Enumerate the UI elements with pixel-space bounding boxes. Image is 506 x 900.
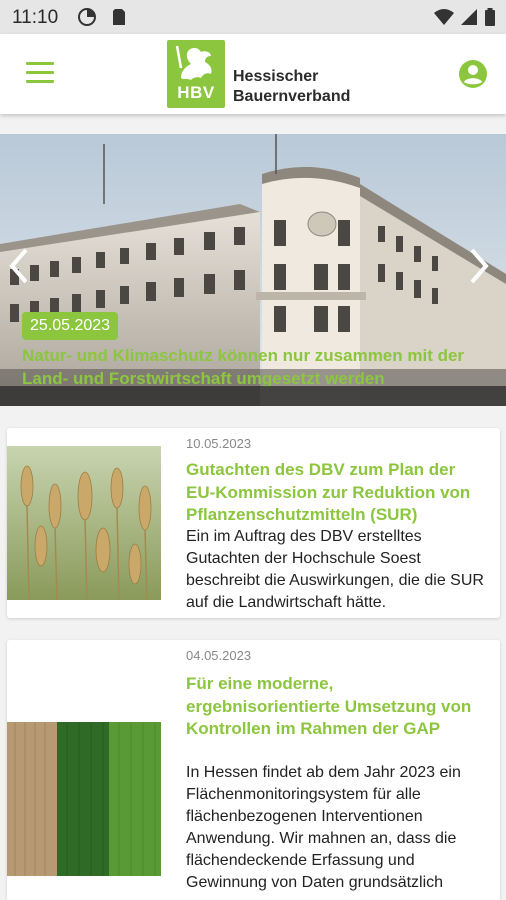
app-bar: HBV Hessischer Bauernverband (0, 34, 506, 114)
logo-text-line2: Bauernverband (233, 88, 351, 105)
hero-date-badge: 25.05.2023 (22, 312, 119, 340)
hamburger-menu-icon[interactable] (26, 62, 54, 84)
battery-icon (485, 8, 495, 26)
article-teaser: Ein im Auftrag des DBV erstelltes Gutach… (186, 528, 484, 611)
hero-slider[interactable]: 25.05.2023 Natur- und Klimaschutz können… (0, 134, 506, 406)
hero-bottom-strip (0, 386, 506, 406)
sim-card-icon (113, 9, 125, 25)
data-saver-icon (78, 8, 96, 26)
chevron-left-icon[interactable] (6, 246, 32, 286)
hbv-logo: HBV (167, 40, 225, 108)
article-card[interactable]: 10.05.2023 Gutachten des DBV zum Plan de… (7, 428, 500, 618)
article-date: 04.05.2023 (186, 648, 252, 663)
lion-emblem-icon (175, 45, 212, 80)
article-date: 10.05.2023 (186, 436, 252, 451)
cellular-signal-icon (461, 9, 477, 25)
article-card[interactable]: 04.05.2023 Für eine moderne, ergebnisori… (7, 640, 500, 900)
status-bar: 11:10 (0, 0, 506, 34)
status-time: 11:10 (12, 7, 59, 28)
logo-text-line1: Hessischer (233, 68, 319, 85)
account-circle-icon[interactable] (458, 59, 488, 89)
hero-headline[interactable]: Natur- und Klimaschutz können nur zusamm… (22, 344, 484, 390)
wifi-icon (434, 9, 454, 25)
logo-badge-text: HBV (177, 83, 215, 102)
article-thumbnail-fields (7, 722, 161, 876)
status-right-icons (434, 8, 496, 26)
article-thumbnail-wheat (7, 446, 161, 600)
article-title[interactable]: Für eine moderne, ergebnisorientierte Um… (186, 673, 486, 741)
chevron-right-icon[interactable] (466, 246, 492, 286)
article-title[interactable]: Gutachten des DBV zum Plan der EU-Kommis… (186, 459, 486, 527)
logo-text: Hessischer Bauernverband (233, 67, 350, 107)
article-teaser: In Hessen findet ab dem Jahr 2023 ein Fl… (186, 764, 461, 891)
